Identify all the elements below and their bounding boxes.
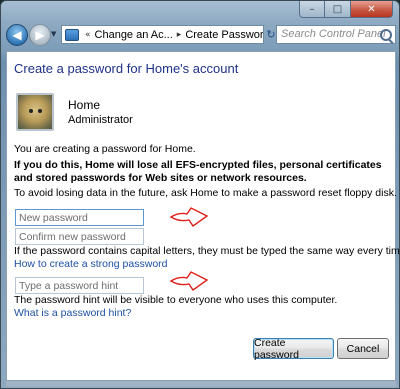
user-role: Administrator [68, 114, 133, 126]
minimize-button[interactable]: – [299, 1, 325, 18]
warning-text: If you do this, Home will lose all EFS-e… [14, 159, 382, 184]
window-bottom-edge [6, 381, 396, 387]
content-pane: Create a password for Home's account Hom… [6, 51, 400, 381]
recent-pages-dropdown[interactable]: ▼ [51, 30, 56, 38]
address-bar[interactable]: « Change an Ac... ▸ Create Password ▼ [61, 25, 264, 44]
hint-visibility-note: The password hint will be visible to eve… [14, 294, 338, 306]
search-placeholder: Search Control Panel [281, 28, 386, 40]
search-icon[interactable] [380, 29, 392, 41]
back-arrow-icon[interactable]: ◀ [6, 24, 28, 46]
page-title: Create a password for Home's account [14, 61, 239, 76]
forward-arrow-icon[interactable]: ▶ [29, 24, 51, 46]
password-hint-field[interactable]: Type a password hint [15, 277, 144, 294]
password-hint-help-link[interactable]: What is a password hint? [14, 307, 131, 319]
strong-password-link[interactable]: How to create a strong password [14, 258, 168, 270]
confirm-password-field[interactable]: Confirm new password [15, 228, 144, 245]
red-arrow-annotation [169, 207, 209, 227]
user-name: Home [68, 98, 101, 112]
breadcrumb-create-password[interactable]: Create Password [185, 29, 263, 41]
create-password-button[interactable]: Create password [253, 337, 334, 361]
intro-text: You are creating a password for Home. [14, 143, 196, 155]
navigation-bar: ◀ ▶ ▼ « Change an Ac... ▸ Create Passwor… [1, 23, 400, 47]
avatar-eye-right [38, 109, 42, 113]
cancel-button[interactable]: Cancel [337, 338, 389, 359]
user-avatar [16, 93, 54, 131]
close-button[interactable]: ✕ [351, 1, 393, 18]
window-frame: – □ ✕ ◀ ▶ ▼ « Change an Ac... ▸ Create P… [0, 0, 400, 389]
breadcrumb-separator[interactable]: ▸ [177, 30, 182, 40]
caption-buttons: – □ ✕ [299, 1, 393, 19]
case-sensitivity-note: If the password contains capital letters… [14, 245, 400, 257]
maximize-button[interactable]: □ [325, 1, 351, 18]
new-password-field[interactable]: New password [15, 209, 144, 226]
breadcrumb-change-account[interactable]: Change an Ac... [95, 29, 173, 41]
search-input[interactable]: Search Control Panel [276, 25, 396, 44]
avatar-eye-left [29, 109, 33, 113]
red-arrow-annotation [169, 271, 209, 291]
control-panel-icon [65, 28, 79, 41]
advice-text: To avoid losing data in the future, ask … [14, 187, 397, 199]
breadcrumb-overflow[interactable]: « [85, 30, 91, 40]
